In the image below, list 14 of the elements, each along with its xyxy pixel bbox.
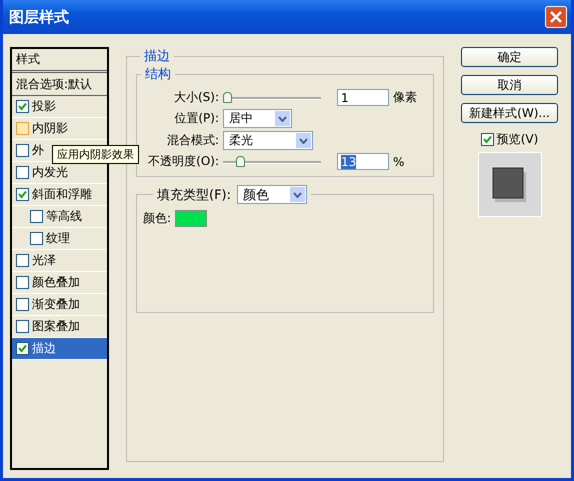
unit-label: 像素 bbox=[393, 89, 417, 106]
group-title: 结构 bbox=[144, 66, 172, 83]
field-label: 混合模式: bbox=[166, 132, 219, 149]
field-label: 不透明度(O): bbox=[147, 153, 219, 170]
checkbox-label: 预览(V) bbox=[496, 131, 538, 148]
tooltip: 应用内阴影效果 bbox=[52, 145, 139, 164]
unit-label: % bbox=[393, 154, 404, 168]
field-label: 大小(S): bbox=[172, 89, 219, 106]
group-title: 描边 bbox=[143, 48, 171, 65]
list-header: 样式 bbox=[12, 49, 107, 73]
field-label: 填充类型(F): bbox=[157, 186, 232, 204]
field-label: 颜色: bbox=[143, 210, 172, 227]
window-title: 图层样式 bbox=[9, 8, 69, 26]
field-label: 位置(P): bbox=[173, 110, 219, 127]
